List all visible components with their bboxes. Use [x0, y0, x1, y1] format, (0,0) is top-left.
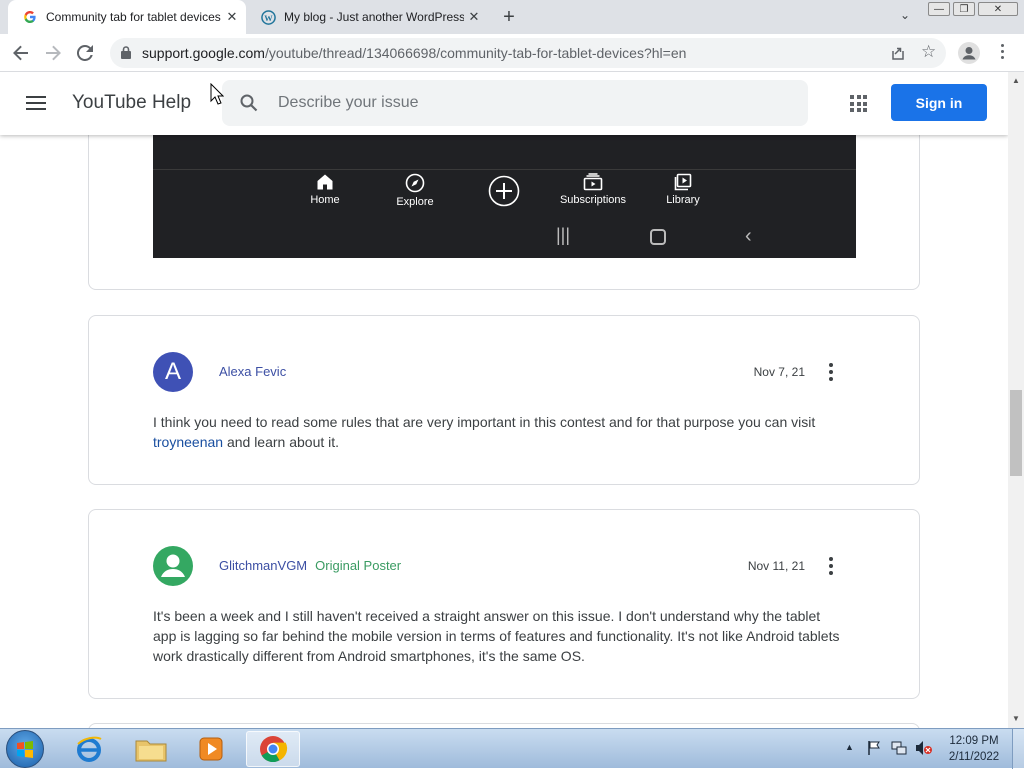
- help-header: YouTube Help Describe your issue Sign in: [0, 72, 1008, 135]
- reply-author-line: GlitchmanVGM Original Poster: [219, 558, 401, 573]
- google-g-icon: [22, 9, 38, 25]
- person-icon: [161, 554, 185, 577]
- subscriptions-icon: [583, 173, 603, 191]
- system-clock[interactable]: 12:09 PM 2/11/2022: [940, 733, 1008, 765]
- nav-label: Explore: [396, 196, 434, 208]
- internet-explorer-icon[interactable]: [62, 731, 116, 767]
- reload-icon[interactable]: [72, 40, 98, 66]
- tab-close-icon[interactable]: ✕: [222, 7, 242, 27]
- back-chevron-icon: ‹: [745, 225, 752, 247]
- network-icon[interactable]: [891, 740, 907, 756]
- recents-icon: |||: [556, 225, 571, 245]
- original-poster-badge: Original Poster: [315, 558, 402, 573]
- wordpress-icon: W: [260, 9, 276, 25]
- apps-grid-icon[interactable]: [850, 95, 867, 112]
- forward-arrow-icon[interactable]: [40, 40, 66, 66]
- taskbar: ▲ 12:09 PM 2/11/2022: [0, 728, 1024, 769]
- divider: [153, 169, 856, 170]
- file-explorer-icon[interactable]: [124, 731, 178, 767]
- sign-in-button[interactable]: Sign in: [891, 84, 987, 121]
- home-icon: [317, 174, 333, 190]
- home-square-icon: [650, 229, 666, 245]
- lock-icon: [121, 46, 131, 59]
- nav-label: Home: [310, 194, 340, 206]
- tab-strip: Community tab for tablet devices ✕ W My …: [0, 0, 1024, 34]
- tab-search-chevron-icon[interactable]: ⌄: [896, 8, 914, 26]
- address-bar[interactable]: support.google.com/youtube/thread/134066…: [110, 38, 946, 68]
- reply-author[interactable]: GlitchmanVGM: [219, 558, 307, 573]
- reply-card: A Alexa Fevic Nov 7, 21 I think you need…: [88, 315, 920, 485]
- close-window-button[interactable]: ✕: [978, 2, 1018, 16]
- chrome-menu-icon[interactable]: [998, 44, 1006, 62]
- reply-link[interactable]: troyneenan: [153, 434, 223, 450]
- search-placeholder: Describe your issue: [278, 94, 419, 111]
- start-button[interactable]: [6, 730, 44, 768]
- page-viewport: YouTube Help Describe your issue Sign in…: [0, 72, 1008, 728]
- create-nav-item: [464, 175, 544, 210]
- home-nav-item: Home: [285, 173, 365, 206]
- reply-date: Nov 7, 21: [753, 365, 805, 379]
- tab-title: My blog - Just another WordPress: [284, 10, 464, 24]
- compass-icon: [405, 173, 425, 193]
- nav-label: Subscriptions: [559, 194, 627, 206]
- hamburger-menu-icon[interactable]: [26, 96, 46, 110]
- url-host: support.google.com: [142, 45, 265, 61]
- tab-title: Community tab for tablet devices: [46, 10, 221, 24]
- create-plus-icon: [488, 175, 520, 207]
- library-icon: [674, 173, 692, 191]
- reply-card: GlitchmanVGM Original Poster Nov 11, 21 I…: [88, 509, 920, 699]
- profile-avatar-icon[interactable]: [958, 42, 980, 64]
- mouse-cursor-icon: [210, 82, 225, 105]
- reply-author[interactable]: Alexa Fevic: [219, 364, 286, 379]
- share-icon[interactable]: [890, 45, 906, 61]
- avatar: A: [153, 352, 193, 392]
- library-nav-item: Library: [643, 173, 723, 206]
- clock-date: 2/11/2022: [948, 751, 1000, 763]
- reply-text: I think you need to read some rules that…: [153, 414, 816, 450]
- new-tab-plus-icon[interactable]: +: [498, 6, 520, 28]
- page-scrollbar[interactable]: ▲ ▼: [1008, 72, 1024, 728]
- show-hidden-icons-icon[interactable]: ▲: [845, 742, 854, 752]
- minimize-button[interactable]: —: [928, 2, 950, 16]
- subscriptions-nav-item: Subscriptions: [553, 173, 633, 206]
- restore-button[interactable]: ❐: [953, 2, 975, 16]
- scrollbar-thumb[interactable]: [1010, 390, 1022, 476]
- windows-logo-icon: [17, 741, 33, 758]
- avatar: [153, 546, 193, 586]
- scroll-up-icon[interactable]: ▲: [1012, 76, 1020, 85]
- tablet-app-screenshot: Home Explore Subscriptions Library ||| ‹: [153, 135, 856, 258]
- volume-muted-icon[interactable]: [915, 740, 933, 756]
- bookmark-star-icon[interactable]: ☆: [921, 43, 939, 61]
- browser-toolbar: support.google.com/youtube/thread/134066…: [0, 34, 1024, 72]
- scroll-down-icon[interactable]: ▼: [1012, 714, 1020, 723]
- more-options-icon[interactable]: [819, 554, 843, 578]
- action-center-flag-icon[interactable]: [866, 740, 882, 756]
- reply-date: Nov 11, 21: [747, 559, 805, 573]
- tab-wordpress[interactable]: W My blog - Just another WordPress ✕: [246, 0, 490, 34]
- more-options-icon[interactable]: [819, 360, 843, 384]
- tab-close-icon[interactable]: ✕: [464, 7, 484, 27]
- search-input[interactable]: Describe your issue: [222, 80, 808, 126]
- media-player-icon[interactable]: [184, 731, 238, 767]
- clock-time: 12:09 PM: [949, 735, 999, 747]
- page-title[interactable]: YouTube Help: [72, 92, 191, 114]
- search-icon[interactable]: [240, 94, 258, 112]
- svg-text:W: W: [264, 12, 273, 22]
- back-arrow-icon[interactable]: [8, 40, 34, 66]
- url-text: support.google.com/youtube/thread/134066…: [142, 45, 686, 61]
- tab-community[interactable]: Community tab for tablet devices ✕: [8, 0, 246, 34]
- url-path: /youtube/thread/134066698/community-tab-…: [264, 45, 687, 61]
- nav-label: Library: [666, 194, 700, 206]
- show-desktop-button[interactable]: [1012, 729, 1024, 769]
- reply-text: It's been a week and I still haven't rec…: [153, 608, 840, 664]
- explore-nav-item: Explore: [375, 173, 455, 208]
- chrome-taskbar-icon[interactable]: [246, 731, 300, 767]
